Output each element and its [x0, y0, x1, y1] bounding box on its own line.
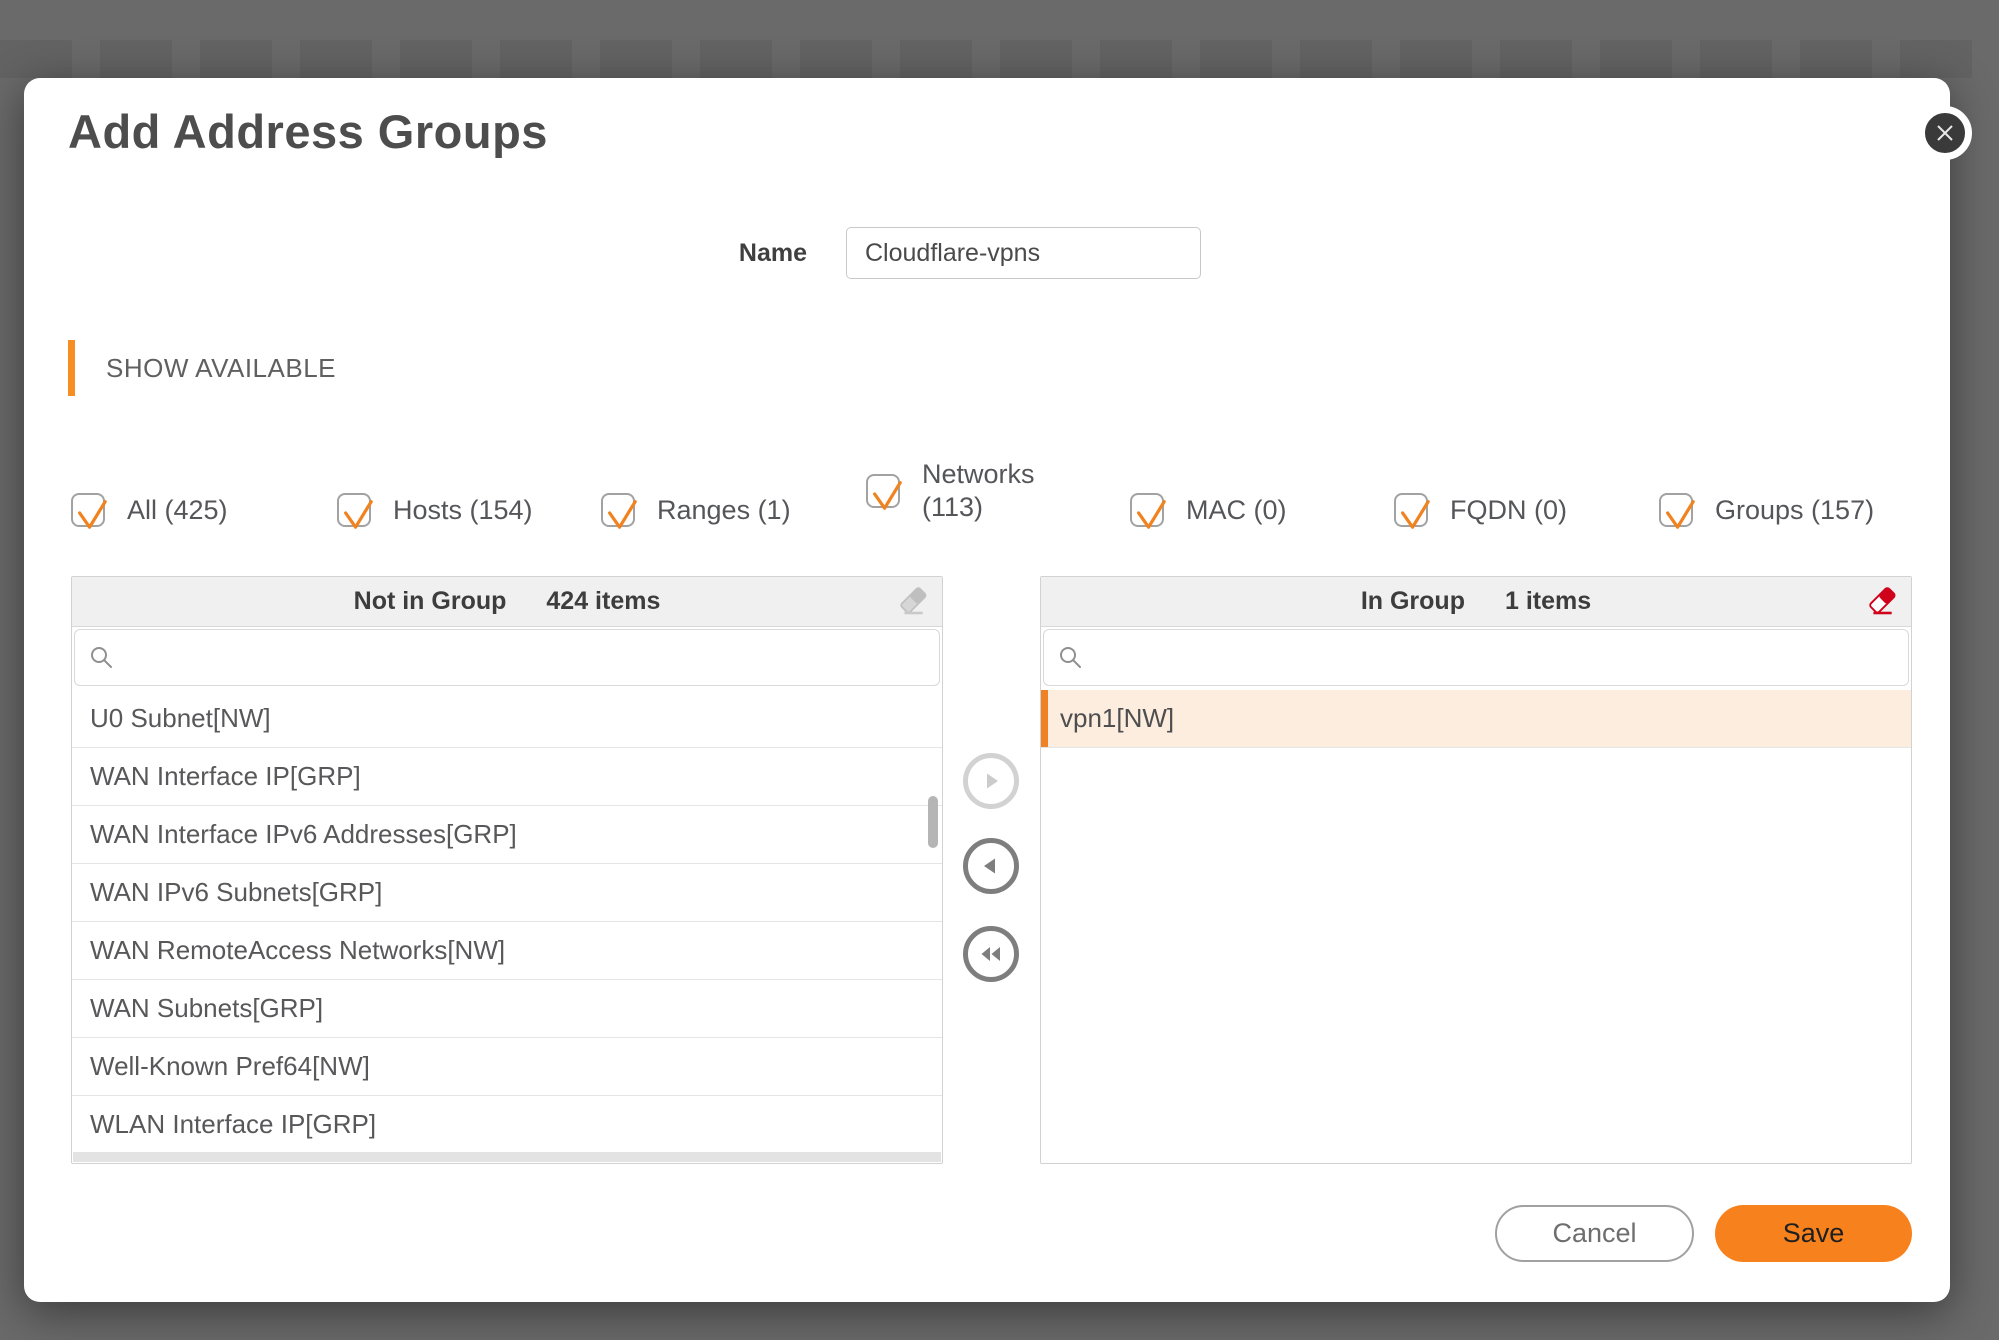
checkbox-checked-icon[interactable] — [337, 493, 371, 527]
vertical-scrollbar-thumb[interactable] — [928, 796, 938, 848]
list-item[interactable]: WAN IPv6 Subnets[GRP] — [72, 864, 942, 922]
search-icon — [89, 645, 115, 671]
not-in-group-search — [74, 629, 940, 686]
section-accent-bar — [68, 340, 75, 396]
filter-label: Hosts (154) — [393, 494, 533, 527]
save-button[interactable]: Save — [1715, 1205, 1912, 1262]
list-item[interactable]: WAN Subnets[GRP] — [72, 980, 942, 1038]
move-left-button[interactable] — [963, 838, 1019, 894]
filter-checkbox-hosts[interactable]: Hosts (154) — [337, 493, 533, 527]
checkbox-checked-icon[interactable] — [71, 493, 105, 527]
filter-label: FQDN (0) — [1450, 494, 1567, 527]
panel-title: Not in Group — [354, 587, 507, 616]
name-label: Name — [640, 239, 807, 268]
filter-label: Ranges (1) — [657, 494, 791, 527]
in-group-header: In Group 1 items — [1041, 577, 1911, 627]
list-item[interactable]: WAN RemoteAccess Networks[NW] — [72, 922, 942, 980]
panel-title: In Group — [1361, 587, 1465, 616]
checkbox-checked-icon[interactable] — [601, 493, 635, 527]
eraser-icon-red — [1867, 586, 1897, 616]
arrow-right-icon — [979, 769, 1003, 793]
move-all-left-button[interactable] — [963, 926, 1019, 982]
filter-label: Groups (157) — [1715, 494, 1874, 527]
list-item[interactable]: Well-Known Pref64[NW] — [72, 1038, 942, 1096]
close-icon — [1931, 119, 1959, 147]
filter-label: All (425) — [127, 494, 228, 527]
in-group-search — [1043, 629, 1909, 686]
checkbox-checked-icon[interactable] — [866, 474, 900, 508]
page-title: Add Address Groups — [68, 104, 548, 159]
clear-group-button[interactable] — [1865, 584, 1899, 618]
filter-checkbox-fqdn[interactable]: FQDN (0) — [1394, 493, 1567, 527]
checkbox-checked-icon[interactable] — [1659, 493, 1693, 527]
horizontal-scrollbar-track[interactable] — [73, 1152, 941, 1162]
not-in-group-header: Not in Group 424 items — [72, 577, 942, 627]
filter-label: MAC (0) — [1186, 494, 1287, 527]
arrow-left-icon — [979, 854, 1003, 878]
filter-label: Networks (113) — [922, 458, 1062, 524]
in-group-list: vpn1[NW] — [1041, 690, 1911, 1152]
filter-checkbox-networks[interactable]: Networks (113) — [866, 458, 1062, 524]
filter-checkbox-mac[interactable]: MAC (0) — [1130, 493, 1287, 527]
list-item[interactable]: U0 Subnet[NW] — [72, 690, 942, 748]
section-label: SHOW AVAILABLE — [106, 353, 336, 384]
list-item[interactable]: WLAN Interface IP[GRP] — [72, 1096, 942, 1152]
checkbox-checked-icon[interactable] — [1394, 493, 1428, 527]
checkbox-checked-icon[interactable] — [1130, 493, 1164, 527]
search-input[interactable] — [127, 642, 925, 673]
search-input[interactable] — [1096, 642, 1894, 673]
search-icon — [1058, 645, 1084, 671]
not-in-group-panel: Not in Group 424 items U0 Subnet — [71, 576, 943, 1164]
clear-selection-button-disabled[interactable] — [896, 584, 930, 618]
cancel-button[interactable]: Cancel — [1495, 1205, 1694, 1262]
list-item[interactable]: WAN Interface IPv6 Addresses[GRP] — [72, 806, 942, 864]
in-group-panel: In Group 1 items vpn1[NW] — [1040, 576, 1912, 1164]
list-item-selected[interactable]: vpn1[NW] — [1041, 690, 1911, 748]
panel-item-count: 1 items — [1505, 587, 1591, 616]
filter-checkbox-ranges[interactable]: Ranges (1) — [601, 493, 791, 527]
double-arrow-left-icon — [978, 942, 1004, 966]
filter-checkbox-all[interactable]: All (425) — [71, 493, 228, 527]
backdrop-blur-band — [0, 40, 1999, 78]
panel-item-count: 424 items — [546, 587, 660, 616]
name-input[interactable] — [846, 227, 1201, 279]
eraser-icon — [898, 586, 928, 616]
close-button[interactable] — [1918, 106, 1972, 160]
filter-checkbox-groups[interactable]: Groups (157) — [1659, 493, 1874, 527]
not-in-group-list: U0 Subnet[NW] WAN Interface IP[GRP] WAN … — [72, 690, 942, 1152]
move-right-button[interactable] — [963, 753, 1019, 809]
list-item[interactable]: WAN Interface IP[GRP] — [72, 748, 942, 806]
